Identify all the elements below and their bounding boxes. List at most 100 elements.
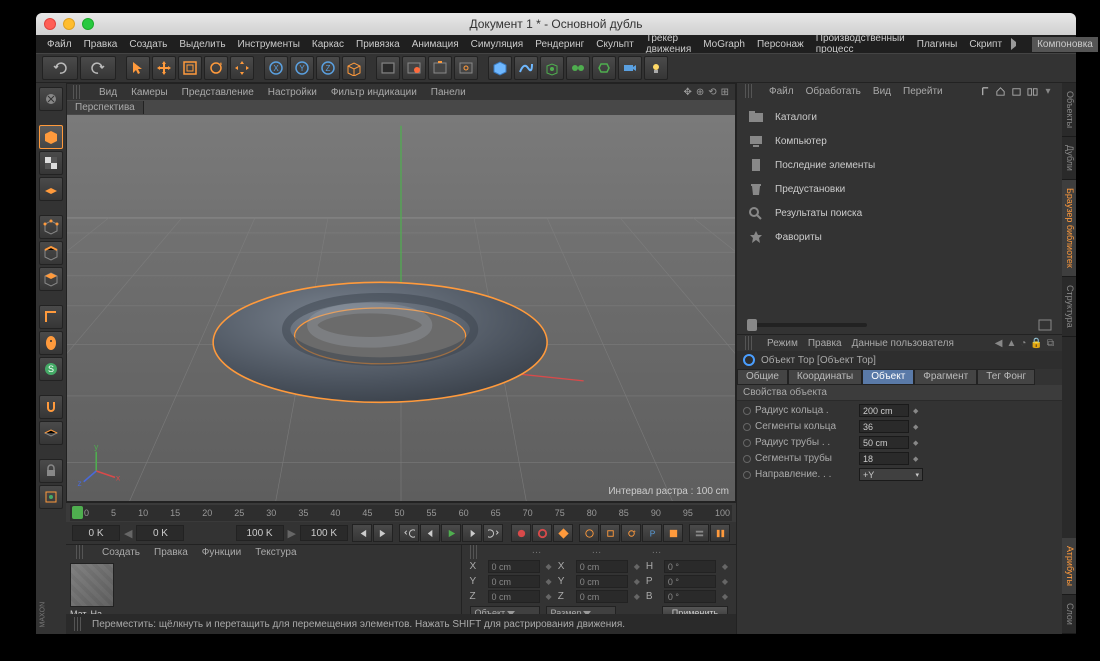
- loop-start-input[interactable]: [136, 525, 184, 541]
- autokey-button[interactable]: [532, 524, 552, 542]
- keyframe-dot-icon[interactable]: [743, 455, 751, 463]
- attrs-menu-userdata[interactable]: Данные пользователя: [852, 338, 954, 349]
- attrs-nav-up-icon[interactable]: ▲: [1006, 338, 1016, 349]
- polygons-mode-button[interactable]: [39, 267, 63, 291]
- vp-menu-panels[interactable]: Панели: [431, 87, 466, 98]
- timeline-menu1-button[interactable]: [689, 524, 709, 542]
- render-region-button[interactable]: [402, 56, 426, 80]
- add-camera-button[interactable]: [618, 56, 642, 80]
- attr-input[interactable]: [859, 404, 909, 417]
- axis-x-toggle[interactable]: X: [264, 56, 288, 80]
- sidetab-attributes[interactable]: Атрибуты: [1062, 538, 1076, 595]
- axis-y-toggle[interactable]: Y: [290, 56, 314, 80]
- browser-shelf-icon[interactable]: [1026, 85, 1038, 97]
- range-start-input[interactable]: [72, 525, 120, 541]
- size-input[interactable]: [576, 590, 628, 603]
- panel-grip-icon[interactable]: [745, 336, 753, 350]
- next-key-button[interactable]: [483, 524, 503, 542]
- attrs-nav-back-icon[interactable]: ◀: [995, 338, 1003, 349]
- browser-menu-edit[interactable]: Обработать: [806, 86, 861, 97]
- panel-grip-icon[interactable]: [76, 545, 84, 559]
- sidetab-takes[interactable]: Дубли: [1062, 137, 1076, 180]
- menu-plugins[interactable]: Плагины: [912, 37, 963, 52]
- menu-mograph[interactable]: MoGraph: [698, 37, 750, 52]
- add-generator-button[interactable]: [540, 56, 564, 80]
- browser-home-icon[interactable]: [994, 85, 1006, 97]
- attr-input[interactable]: [859, 420, 909, 433]
- key-pos-button[interactable]: [579, 524, 599, 542]
- menu-sculpt[interactable]: Скульпт: [591, 37, 639, 52]
- size-input[interactable]: [576, 560, 628, 573]
- texture-mode-button[interactable]: [39, 151, 63, 175]
- render-settings-button[interactable]: [454, 56, 478, 80]
- browser-row-presets[interactable]: Предустановки: [745, 177, 1054, 201]
- keyframe-dot-icon[interactable]: [743, 423, 751, 431]
- next-frame-button[interactable]: [462, 524, 482, 542]
- model-mode-button[interactable]: [39, 125, 63, 149]
- pos-input[interactable]: [488, 560, 540, 573]
- lock-button[interactable]: [39, 459, 63, 483]
- select-tool[interactable]: [126, 56, 150, 80]
- scale-tool[interactable]: [178, 56, 202, 80]
- keyframe-dot-icon[interactable]: [743, 439, 751, 447]
- add-light-button[interactable]: [644, 56, 668, 80]
- panel-grip-icon[interactable]: [470, 545, 478, 559]
- goto-end-button[interactable]: [373, 524, 393, 542]
- rot-input[interactable]: [664, 575, 716, 588]
- tab-slice[interactable]: Фрагмент: [914, 369, 977, 385]
- browser-nav-back-icon[interactable]: [978, 85, 990, 97]
- sidetab-structure[interactable]: Структура: [1062, 277, 1076, 337]
- key-pla-button[interactable]: [663, 524, 683, 542]
- key-rot-button[interactable]: [621, 524, 641, 542]
- vp-tab-perspective[interactable]: Перспектива: [67, 101, 144, 114]
- viewport-solo-button[interactable]: [39, 331, 63, 355]
- menu-snap[interactable]: Привязка: [351, 37, 405, 52]
- browser-dropdown-icon[interactable]: ▾: [1042, 85, 1054, 97]
- mat-menu-func[interactable]: Функции: [202, 547, 241, 558]
- attr-input[interactable]: [859, 452, 909, 465]
- tab-basic[interactable]: Общие: [737, 369, 788, 385]
- mat-menu-edit[interactable]: Правка: [154, 547, 188, 558]
- tab-coord[interactable]: Координаты: [788, 369, 862, 385]
- menu-tools[interactable]: Инструменты: [233, 37, 305, 52]
- recent-tool[interactable]: [230, 56, 254, 80]
- menu-animation[interactable]: Анимация: [407, 37, 464, 52]
- undo-button[interactable]: [42, 56, 78, 80]
- move-tool[interactable]: [152, 56, 176, 80]
- menu-mesh[interactable]: Каркас: [307, 37, 349, 52]
- pos-input[interactable]: [488, 575, 540, 588]
- attrs-hud-icon[interactable]: ◔: [1020, 338, 1026, 349]
- mat-menu-create[interactable]: Создать: [102, 547, 140, 558]
- spinner-icon[interactable]: ◆: [913, 439, 918, 447]
- sidetab-layers[interactable]: Слои: [1062, 595, 1076, 634]
- pos-input[interactable]: [488, 590, 540, 603]
- vp-rotate-icon[interactable]: ⟲: [708, 87, 716, 98]
- menu-select[interactable]: Выделить: [174, 37, 230, 52]
- keyframe-dot-icon[interactable]: [743, 471, 751, 479]
- menu-character[interactable]: Персонаж: [752, 37, 809, 52]
- tab-phong[interactable]: Тег Фонг: [977, 369, 1035, 385]
- rot-input[interactable]: [664, 590, 716, 603]
- prev-key-button[interactable]: [399, 524, 419, 542]
- vp-menu-options[interactable]: Настройки: [268, 87, 317, 98]
- browser-menu-file[interactable]: Файл: [769, 86, 794, 97]
- redo-button[interactable]: [80, 56, 116, 80]
- browser-row-search[interactable]: Результаты поиска: [745, 201, 1054, 225]
- render-image-button[interactable]: [376, 56, 400, 80]
- workplane-button[interactable]: [39, 421, 63, 445]
- fold-button[interactable]: [39, 485, 63, 509]
- prev-frame-button[interactable]: [420, 524, 440, 542]
- sidetab-browser[interactable]: Браузер библиотек: [1062, 180, 1076, 277]
- spinner-icon[interactable]: ◆: [913, 455, 918, 463]
- preview-icon[interactable]: [1038, 319, 1052, 331]
- attrs-menu-edit[interactable]: Правка: [808, 338, 842, 349]
- coord-system-toggle[interactable]: [342, 56, 366, 80]
- attrs-new-icon[interactable]: ⧉: [1047, 338, 1054, 349]
- vp-pan-icon[interactable]: ✥: [683, 87, 691, 98]
- layout-compose[interactable]: Компоновка: [1032, 37, 1098, 52]
- make-editable-button[interactable]: [39, 87, 63, 111]
- add-environment-button[interactable]: [592, 56, 616, 80]
- key-scale-button[interactable]: [600, 524, 620, 542]
- spinner-icon[interactable]: ◆: [913, 423, 918, 431]
- panel-grip-icon[interactable]: [73, 85, 81, 99]
